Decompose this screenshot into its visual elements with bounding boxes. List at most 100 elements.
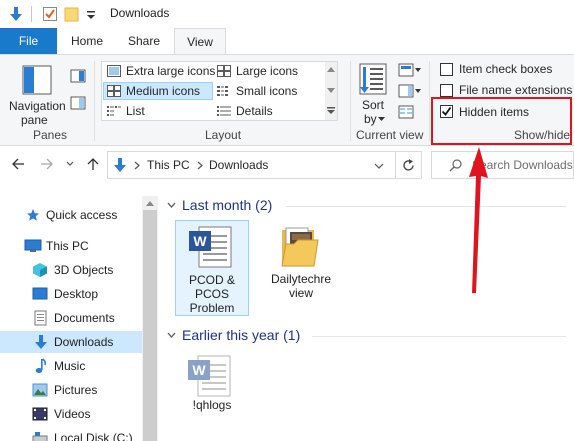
nav-label: Documents — [54, 311, 115, 325]
breadcrumb-chevron-icon[interactable] — [134, 161, 140, 170]
group-separator — [429, 61, 430, 141]
list-icon — [107, 106, 121, 116]
recent-locations-dropdown-icon[interactable] — [66, 161, 74, 167]
nav-pane-scroll-thumb[interactable] — [143, 210, 157, 441]
nav-item-quick-access[interactable]: Quick access — [0, 204, 142, 226]
file-item-dailytechreview[interactable]: Dailytechre view — [264, 220, 338, 316]
preview-pane-icon[interactable] — [70, 69, 86, 83]
3d-objects-icon — [33, 263, 47, 277]
titlebar-separator — [31, 6, 32, 22]
nav-label: Downloads — [54, 335, 114, 349]
file-name-line1: PCOD & — [188, 273, 235, 287]
breadcrumb-downloads[interactable]: Downloads — [209, 158, 268, 172]
nav-item-documents[interactable]: Documents — [0, 307, 142, 329]
annotation-arrow-icon — [469, 147, 488, 293]
new-folder-icon[interactable] — [64, 6, 80, 22]
layout-medium-icons[interactable]: Medium icons — [126, 84, 200, 98]
title-bar: Downloads — [0, 0, 574, 28]
layout-gallery-scroll[interactable] — [325, 62, 337, 120]
file-item-qhlogs[interactable]: W !qhlogs — [175, 350, 249, 420]
customize-toolbar-dropdown-icon[interactable] — [86, 6, 96, 22]
file-item-pcod[interactable]: W PCOD & PCOS Problem — [175, 220, 249, 316]
extra-large-icons-icon — [107, 65, 121, 77]
back-arrow-icon[interactable] — [11, 157, 25, 171]
nav-item-videos[interactable]: Videos — [0, 403, 142, 425]
details-icon — [217, 106, 231, 116]
breadcrumb-chevron-icon[interactable] — [197, 161, 203, 170]
collapse-group-chevron-icon[interactable] — [167, 332, 176, 339]
downloads-icon — [35, 335, 47, 349]
layout-large-icons[interactable]: Large icons — [236, 64, 298, 78]
videos-icon — [32, 407, 48, 421]
forward-arrow-icon[interactable] — [40, 157, 54, 171]
properties-checkmark-icon[interactable] — [42, 6, 58, 22]
ribbon-tabs: File Home Share View — [0, 28, 574, 54]
item-check-boxes-checkbox[interactable] — [440, 63, 453, 76]
nav-item-3d-objects[interactable]: 3D Objects — [0, 259, 142, 281]
gallery-scroll-down-icon — [327, 88, 335, 93]
word-document-icon: W — [188, 355, 231, 397]
add-columns-icon[interactable] — [398, 84, 422, 98]
nav-item-pictures[interactable]: Pictures — [0, 379, 142, 401]
layout-details[interactable]: Details — [236, 104, 273, 118]
nav-label: Pictures — [54, 383, 98, 397]
layout-small-icons[interactable]: Small icons — [236, 84, 297, 98]
address-history-dropdown-icon[interactable] — [374, 163, 384, 170]
size-columns-to-fit-icon[interactable] — [398, 105, 414, 119]
refresh-icon — [403, 159, 414, 171]
tab-view[interactable]: View — [174, 28, 226, 54]
navigation-pane-button[interactable]: Navigation pane — [6, 61, 68, 127]
file-name-extensions-label[interactable]: File name extensions — [459, 83, 572, 97]
layout-extra-large-icons[interactable]: Extra large icons — [126, 64, 215, 78]
search-box[interactable]: Search Downloads — [431, 151, 574, 179]
search-icon — [449, 159, 462, 172]
nav-item-local-disk[interactable]: Local Disk (C:) — [0, 427, 142, 441]
layout-group-label: Layout — [205, 128, 242, 142]
sort-by-button[interactable]: Sort by — [357, 61, 389, 126]
large-icons-icon — [217, 65, 231, 77]
window-title: Downloads — [110, 6, 170, 20]
tab-home[interactable]: Home — [62, 28, 112, 54]
nav-item-music[interactable]: Music — [0, 355, 142, 377]
pictures-icon — [32, 383, 48, 397]
gallery-scroll-up-icon — [327, 67, 335, 72]
navigation-pane-label-line1: Navigation — [9, 99, 66, 113]
file-name-extensions-checkbox[interactable] — [440, 84, 453, 97]
tab-file[interactable]: File — [0, 28, 57, 54]
details-pane-icon[interactable] — [70, 96, 86, 110]
group-separator — [94, 61, 95, 141]
file-name-line2: PCOS — [194, 287, 229, 301]
desktop-icon — [32, 287, 48, 300]
collapse-group-chevron-icon[interactable] — [167, 202, 176, 209]
nav-item-this-pc[interactable]: This PC — [0, 235, 142, 257]
quick-access-down-arrow-icon[interactable] — [8, 6, 24, 22]
tab-share[interactable]: Share — [118, 28, 170, 54]
star-icon — [27, 209, 39, 221]
breadcrumb-this-pc[interactable]: This PC — [147, 158, 190, 172]
group-by-icon[interactable] — [398, 63, 422, 77]
nav-item-downloads[interactable]: Downloads — [0, 331, 142, 353]
refresh-button[interactable] — [396, 151, 422, 179]
layout-list[interactable]: List — [126, 104, 145, 118]
navigation-pane: Quick access This PC 3D Objects Desktop … — [0, 196, 158, 441]
address-bar[interactable]: This PC Downloads — [107, 151, 396, 179]
small-icons-icon — [217, 86, 228, 96]
group-header-divider — [286, 206, 566, 207]
up-arrow-icon[interactable] — [86, 157, 100, 171]
file-list: Last month (2) W PCOD & PCOS Problem Dai… — [158, 196, 574, 441]
sort-label-line1: Sort — [362, 98, 385, 112]
item-check-boxes-label[interactable]: Item check boxes — [459, 62, 552, 76]
hidden-items-highlight — [431, 97, 572, 145]
panes-group-label: Panes — [33, 128, 68, 142]
svg-text:W: W — [192, 362, 206, 378]
nav-item-desktop[interactable]: Desktop — [0, 283, 142, 305]
music-icon — [35, 358, 47, 373]
navigation-pane-label-line2: pane — [21, 113, 48, 127]
group-separator — [350, 61, 351, 141]
gallery-expand-icon — [327, 107, 335, 114]
group-header-last-month[interactable]: Last month (2) — [182, 197, 272, 213]
folder-icon — [281, 227, 319, 267]
nav-label: Desktop — [54, 287, 99, 301]
group-header-earlier-this-year[interactable]: Earlier this year (1) — [182, 327, 300, 343]
nav-label: 3D Objects — [54, 263, 114, 277]
